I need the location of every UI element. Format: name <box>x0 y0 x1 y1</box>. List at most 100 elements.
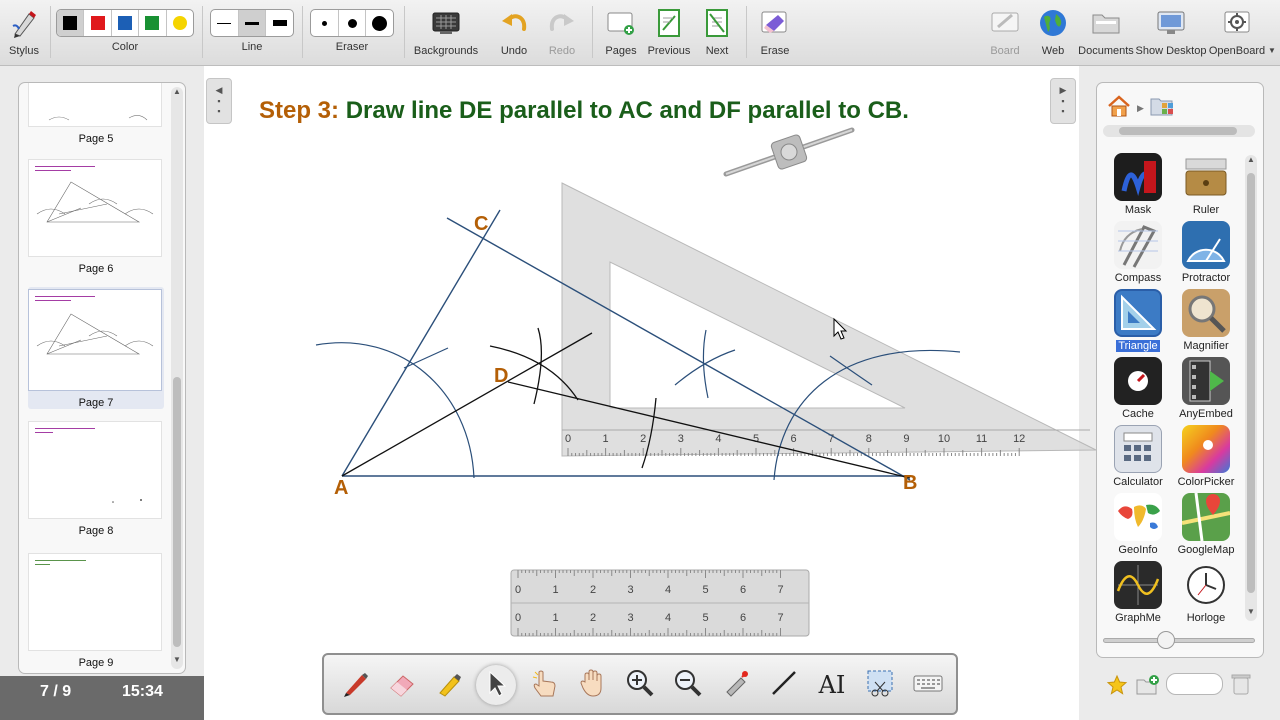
zoom-in-tool-button[interactable] <box>620 665 660 705</box>
openboard-label: OpenBoard <box>1208 45 1266 57</box>
color-picker-group: Color <box>56 0 194 66</box>
scroll-up-icon[interactable]: ▲ <box>171 87 183 101</box>
color-swatch-yellow[interactable] <box>167 10 193 36</box>
page-list-scrollbar[interactable]: ▲ ▼ <box>171 87 183 669</box>
color-swatch-green[interactable] <box>139 10 167 36</box>
scale-tick-label: 4 <box>665 612 671 624</box>
scroll-up-icon[interactable]: ▲ <box>1245 155 1257 169</box>
eraser-large-option[interactable] <box>366 10 393 36</box>
library-horizontal-scrollbar[interactable] <box>1103 125 1255 137</box>
page-thumbnail-9[interactable]: ▬▬▬▬▬▬▬▬▬▬▬▬▬▬▬▬▬ ▬▬▬▬▬ Page 9 <box>28 553 164 669</box>
line-icon <box>769 668 799 703</box>
library-item-horloge[interactable]: Horloge <box>1175 561 1237 627</box>
scale-tick-label: 6 <box>791 433 797 445</box>
library-item-calculator[interactable]: Calculator <box>1107 425 1169 491</box>
board-mode-button[interactable]: Board <box>985 0 1025 66</box>
laser-pointer-tool-button[interactable] <box>716 665 756 705</box>
favorite-star-icon[interactable] <box>1106 674 1128 701</box>
page-thumbnail-6[interactable]: ▬▬▬▬▬▬▬▬▬▬▬▬▬▬▬▬▬▬▬▬ ▬▬▬▬▬▬▬▬▬▬▬▬ Page 6 <box>28 159 164 275</box>
library-item-magnifier[interactable]: Magnifier <box>1175 289 1237 355</box>
zoom-out-icon <box>673 668 703 703</box>
line-tool-button[interactable] <box>764 665 804 705</box>
scale-tick-label: 3 <box>678 433 684 445</box>
openboard-menu-button[interactable]: OpenBoard <box>1208 0 1266 66</box>
board-icon <box>987 5 1023 41</box>
page-thumbnail-5[interactable]: Page 5 <box>28 83 164 145</box>
graphme-icon <box>1114 561 1162 609</box>
capture-tool-button[interactable] <box>860 665 900 705</box>
color-swatch-black[interactable] <box>57 10 85 36</box>
documents-button[interactable]: Documents <box>1078 0 1134 66</box>
scale-tick-label: 11 <box>976 433 987 445</box>
scale-tick-label: 2 <box>590 584 596 596</box>
color-swatch-red[interactable] <box>84 10 112 36</box>
erase-label: Erase <box>760 45 790 57</box>
compass-icon <box>1114 221 1162 269</box>
show-desktop-button[interactable]: Show Desktop <box>1136 0 1206 66</box>
marker-tool-button[interactable] <box>430 665 470 705</box>
pen-tool-button[interactable] <box>336 665 376 705</box>
line-label: Line <box>241 41 263 53</box>
eraser-tool-button[interactable] <box>382 665 422 705</box>
line-medium-option[interactable] <box>238 10 267 36</box>
page-list-scroll-thumb[interactable] <box>173 377 181 647</box>
triangle-icon <box>1114 289 1162 337</box>
page-thumbnail-7[interactable]: ▬▬▬▬▬▬▬▬▬▬▬▬▬▬▬▬▬▬▬▬ ▬▬▬▬▬▬▬▬▬▬▬▬ Page 7 <box>28 287 164 409</box>
line-thick-option[interactable] <box>266 10 293 36</box>
stylus-button[interactable]: Stylus <box>4 0 44 66</box>
library-item-colorpicker[interactable]: ColorPicker <box>1175 425 1237 491</box>
undo-button[interactable]: Undo <box>494 0 534 66</box>
hand-pan-tool-button[interactable] <box>572 665 612 705</box>
page-thumbnail-8[interactable]: ▬▬▬▬▬▬▬▬▬▬▬▬▬▬▬▬▬▬▬▬ ▬▬▬▬▬▬ Page 8 <box>28 421 164 537</box>
library-item-compass[interactable]: Compass <box>1107 221 1169 287</box>
library-item-geoinfo[interactable]: GeoInfo <box>1107 493 1169 559</box>
capture-scissors-icon <box>865 668 895 703</box>
scale-tick-label: 4 <box>665 584 671 596</box>
library-item-label: AnyEmbed <box>1179 408 1233 420</box>
highlighter-icon <box>435 668 465 703</box>
backgrounds-button[interactable]: Backgrounds <box>414 0 478 66</box>
virtual-keyboard-button[interactable] <box>908 665 948 705</box>
library-item-googlemap[interactable]: GoogleMap <box>1175 493 1237 559</box>
library-item-ruler[interactable]: Ruler <box>1175 153 1237 219</box>
library-vertical-scrollbar[interactable]: ▲ ▼ <box>1245 155 1257 621</box>
collapse-right-panel-icon[interactable]: ▶ ▪ ▪ <box>1050 78 1076 124</box>
library-item-cache[interactable]: Cache <box>1107 357 1169 423</box>
next-page-button[interactable]: Next <box>698 0 736 66</box>
interact-tool-button[interactable] <box>524 665 564 705</box>
library-item-graphme[interactable]: GraphMe <box>1107 561 1169 627</box>
page-counter: 7 / 9 <box>40 683 72 700</box>
collapse-left-panel-icon[interactable]: ◀ ▪ ▪ <box>206 78 232 124</box>
redo-button[interactable]: Redo <box>542 0 582 66</box>
applications-folder-icon[interactable] <box>1150 95 1176 122</box>
toolbar-overflow-chevron-icon[interactable]: ▼ <box>1268 46 1276 55</box>
protractor-icon <box>1182 221 1230 269</box>
scroll-down-icon[interactable]: ▼ <box>1245 607 1257 621</box>
color-swatch-blue[interactable] <box>112 10 140 36</box>
ruler-tool[interactable]: 0 0 1 1 2 2 3 3 4 4 5 5 6 6 7 7 <box>510 569 810 637</box>
web-mode-button[interactable]: Web <box>1034 0 1072 66</box>
selector-tool-button[interactable] <box>476 665 516 705</box>
eraser-medium-option[interactable] <box>339 10 367 36</box>
scroll-down-icon[interactable]: ▼ <box>171 655 183 669</box>
page-thumbnails-panel: Page 5 ▬▬▬▬▬▬▬▬▬▬▬▬▬▬▬▬▬▬▬▬ ▬▬▬▬▬▬▬▬▬▬▬▬ … <box>18 82 186 674</box>
new-folder-icon[interactable] <box>1136 674 1160 701</box>
text-tool-button[interactable]: AI <box>812 665 852 705</box>
zoom-out-tool-button[interactable] <box>668 665 708 705</box>
erase-button[interactable]: Erase <box>756 0 794 66</box>
library-thumbnail-size-slider[interactable] <box>1103 631 1255 649</box>
trash-icon[interactable] <box>1231 673 1251 700</box>
home-icon[interactable] <box>1107 94 1131 122</box>
pages-button[interactable]: Pages <box>602 0 640 66</box>
line-thin-option[interactable] <box>211 10 239 36</box>
pages-label: Pages <box>605 45 637 57</box>
eraser-small-option[interactable] <box>311 10 339 36</box>
library-item-triangle[interactable]: Triangle <box>1107 289 1169 355</box>
library-search-input[interactable] <box>1166 673 1223 695</box>
eraser-icon <box>387 668 417 703</box>
previous-page-button[interactable]: Previous <box>646 0 692 66</box>
library-item-anyembed[interactable]: AnyEmbed <box>1175 357 1237 423</box>
library-item-label: GeoInfo <box>1118 544 1158 556</box>
library-item-protractor[interactable]: Protractor <box>1175 221 1237 287</box>
library-item-mask[interactable]: Mask <box>1107 153 1169 219</box>
